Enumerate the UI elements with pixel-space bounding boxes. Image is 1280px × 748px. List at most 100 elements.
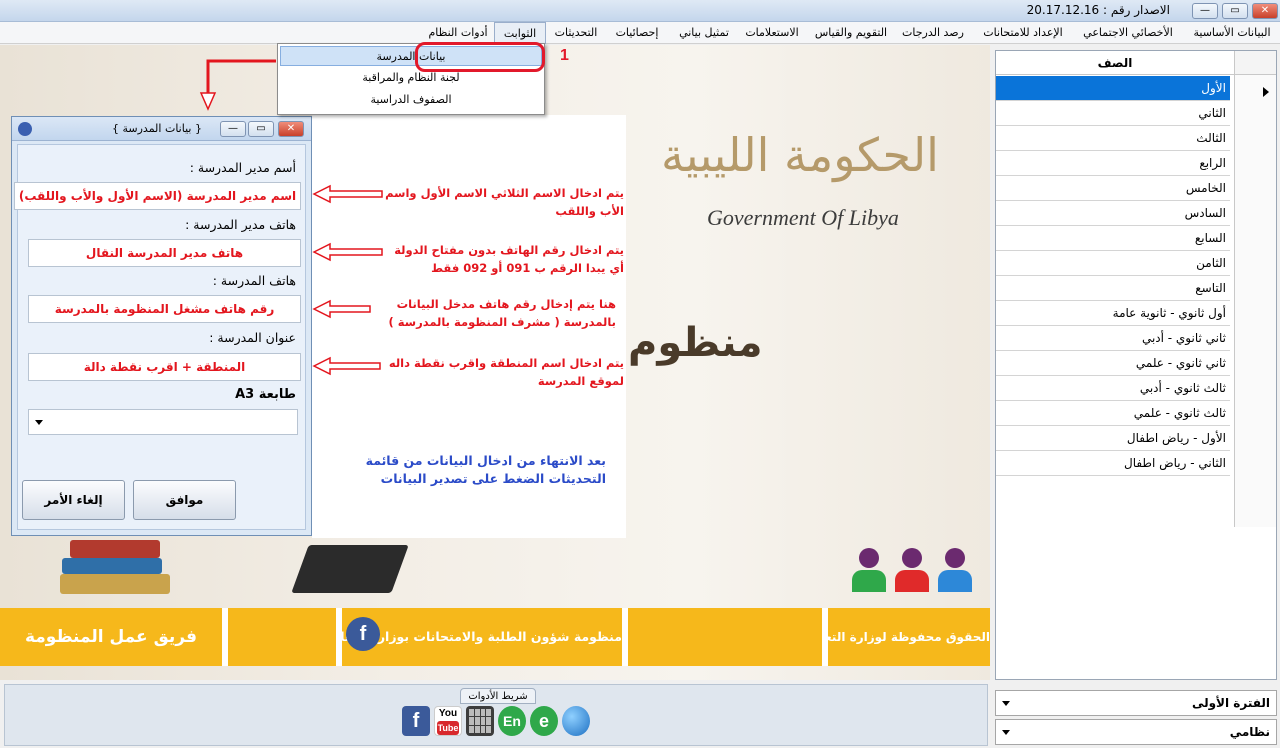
arrow-icon [312, 356, 381, 376]
grade-row[interactable]: السادس [996, 201, 1230, 226]
facebook-icon[interactable]: f [402, 706, 430, 736]
banner-empty [222, 608, 336, 666]
grade-row[interactable]: الثاني - رياض اطفال [996, 451, 1230, 476]
chevron-down-icon [1002, 701, 1010, 706]
footer-banner: الحقوق محفوظة لوزارة التعليم منظومة شؤون… [0, 608, 990, 666]
system-value: نظامي [1229, 725, 1270, 739]
dialog-minimize-button[interactable]: — [220, 121, 246, 137]
note-export: بعد الانتهاء من ادخال البيانات من قائمة … [365, 453, 606, 486]
book-illustration [60, 574, 170, 594]
note-school-phone: هنا يتم إدخال رقم هاتف مدخل البيانات بال… [388, 297, 616, 329]
maximize-button[interactable]: ▭ [1222, 3, 1248, 19]
title-bar: الاصدار رقم : 20.17.12.16 ✕ ▭ — [0, 0, 1280, 22]
calculator-icon[interactable] [466, 706, 494, 736]
menu-social-specialist[interactable]: الأخصائي الاجتماعي [1072, 22, 1184, 44]
label-manager-phone: هاتف مدير المدرسة : [185, 217, 296, 232]
cancel-button[interactable]: إلغاء الأمر [22, 480, 125, 520]
grade-row[interactable]: الثالث [996, 126, 1230, 151]
note-school-address: يتم ادخال اسم المنطقة واقرب نقطة داله لم… [388, 356, 624, 388]
label-manager-name: أسم مدير المدرسة : [189, 160, 296, 175]
book-illustration [291, 545, 409, 593]
facebook-icon[interactable]: f [346, 617, 380, 651]
step-marker: 1 [560, 47, 569, 64]
minimize-button[interactable]: — [1192, 3, 1218, 19]
system-name-partial: منظوم [628, 320, 763, 366]
menu-updates[interactable]: التحديثات [548, 22, 604, 44]
toolbar-tab[interactable]: شريط الأدوات [460, 688, 536, 704]
arrow-icon [199, 59, 276, 111]
note-manager-phone: يتم ادخال رقم الهاتف بدون مفتاح الدولة أ… [394, 243, 624, 275]
dialog-close-button[interactable]: ✕ [278, 121, 304, 137]
grade-row[interactable]: الثاني [996, 101, 1230, 126]
label-school-address: عنوان المدرسة : [209, 330, 296, 345]
row-header-column [1234, 75, 1276, 527]
menu-grades-entry[interactable]: رصد الدرجات [897, 22, 969, 44]
banner-empty [622, 608, 822, 666]
school-phone-field[interactable]: رقم هاتف مشغل المنظومة بالمدرسة [28, 295, 301, 323]
menu-basic-data[interactable]: البيانات الأساسية [1188, 22, 1276, 44]
book-illustration [70, 540, 160, 558]
arrow-icon [312, 242, 383, 262]
manager-phone-field[interactable]: هاتف مدير المدرسة النقال [28, 239, 301, 267]
arrow-icon [312, 184, 383, 204]
grade-row[interactable]: ثالث ثانوي - علمي [996, 401, 1230, 426]
dialog-maximize-button[interactable]: ▭ [248, 121, 274, 137]
grade-row[interactable]: السابع [996, 226, 1230, 251]
arrow-icon [312, 299, 371, 319]
logo-english: Government Of Libya [707, 205, 899, 230]
youtube-text: You [438, 708, 458, 719]
youtube-icon[interactable]: You Tube [434, 706, 462, 736]
grade-row[interactable]: ثاني ثانوي - أدبي [996, 326, 1230, 351]
row-selector-icon [1263, 87, 1269, 97]
school-address-field[interactable]: المنطقة + اقرب نقطة دالة [28, 353, 301, 381]
period-value: الفترة الأولى [1191, 696, 1270, 710]
menu-system-tools[interactable]: أدوات النظام [424, 22, 492, 44]
grade-row[interactable]: ثالث ثانوي - أدبي [996, 376, 1230, 401]
menu-exam-prep[interactable]: الإعداد للامتحانات [976, 22, 1070, 44]
highlight-ring [415, 42, 545, 72]
banner-team: فريق عمل المنظومة [0, 608, 222, 666]
app-icon [18, 122, 32, 136]
system-select[interactable]: نظامي [995, 719, 1277, 745]
grade-row[interactable]: الثامن [996, 251, 1230, 276]
grade-row[interactable]: الخامس [996, 176, 1230, 201]
printer-select[interactable] [28, 409, 298, 435]
manager-name-field[interactable]: اسم مدير المدرسة (الاسم الأول والأب والل… [14, 182, 301, 210]
user-icon [938, 548, 972, 592]
user-icon [852, 548, 886, 592]
grade-row[interactable]: ثاني ثانوي - علمي [996, 351, 1230, 376]
chevron-down-icon [1002, 730, 1010, 735]
grade-row[interactable]: الرابع [996, 151, 1230, 176]
chevron-down-icon [35, 420, 43, 425]
banner-copyright: الحقوق محفوظة لوزارة التعليم [822, 608, 990, 666]
book-illustration [62, 558, 162, 574]
user-icon [895, 548, 929, 592]
youtube-badge: Tube [437, 721, 459, 735]
grade-row[interactable]: أول ثانوي - ثانوية عامة [996, 301, 1230, 326]
logo-arabic: الحكومة الليبية [661, 128, 939, 182]
label-printer: طابعة A3 [235, 387, 296, 402]
row-header-corner [1234, 51, 1276, 75]
column-header-grade: الصف [996, 51, 1234, 75]
menu-evaluation[interactable]: التقويم والقياس [807, 22, 895, 44]
dialog-title: { بيانات المدرسة } [112, 122, 202, 135]
dialog-title-bar: { بيانات المدرسة } ✕ ▭ — [12, 117, 311, 141]
menu-bar: البيانات الأساسية الأخصائي الاجتماعي الإ… [0, 22, 1280, 44]
menu-charts[interactable]: تمثيل بياني [672, 22, 736, 44]
grade-row[interactable]: الأول [996, 76, 1230, 101]
note-manager-name: يتم ادخال الاسم الثلاثي الاسم الأول واسم… [385, 186, 624, 218]
window-title: الاصدار رقم : 20.17.12.16 [1026, 3, 1170, 17]
menu-constants[interactable]: الثوابت [494, 22, 546, 44]
grade-row[interactable]: التاسع [996, 276, 1230, 301]
close-button[interactable]: ✕ [1252, 3, 1278, 19]
label-school-phone: هاتف المدرسة : [212, 273, 296, 288]
ok-button[interactable]: موافق [133, 480, 236, 520]
menu-statistics[interactable]: إحصائيات [606, 22, 668, 44]
dropdown-item-classes[interactable]: الصفوف الدراسية [280, 90, 542, 110]
period-select[interactable]: الفترة الأولى [995, 690, 1277, 716]
globe-icon[interactable] [562, 706, 590, 736]
english-icon[interactable]: En [498, 706, 526, 736]
internet-explorer-icon[interactable]: e [530, 706, 558, 736]
grade-row[interactable]: الأول - رياض اطفال [996, 426, 1230, 451]
menu-queries[interactable]: الاستعلامات [740, 22, 804, 44]
